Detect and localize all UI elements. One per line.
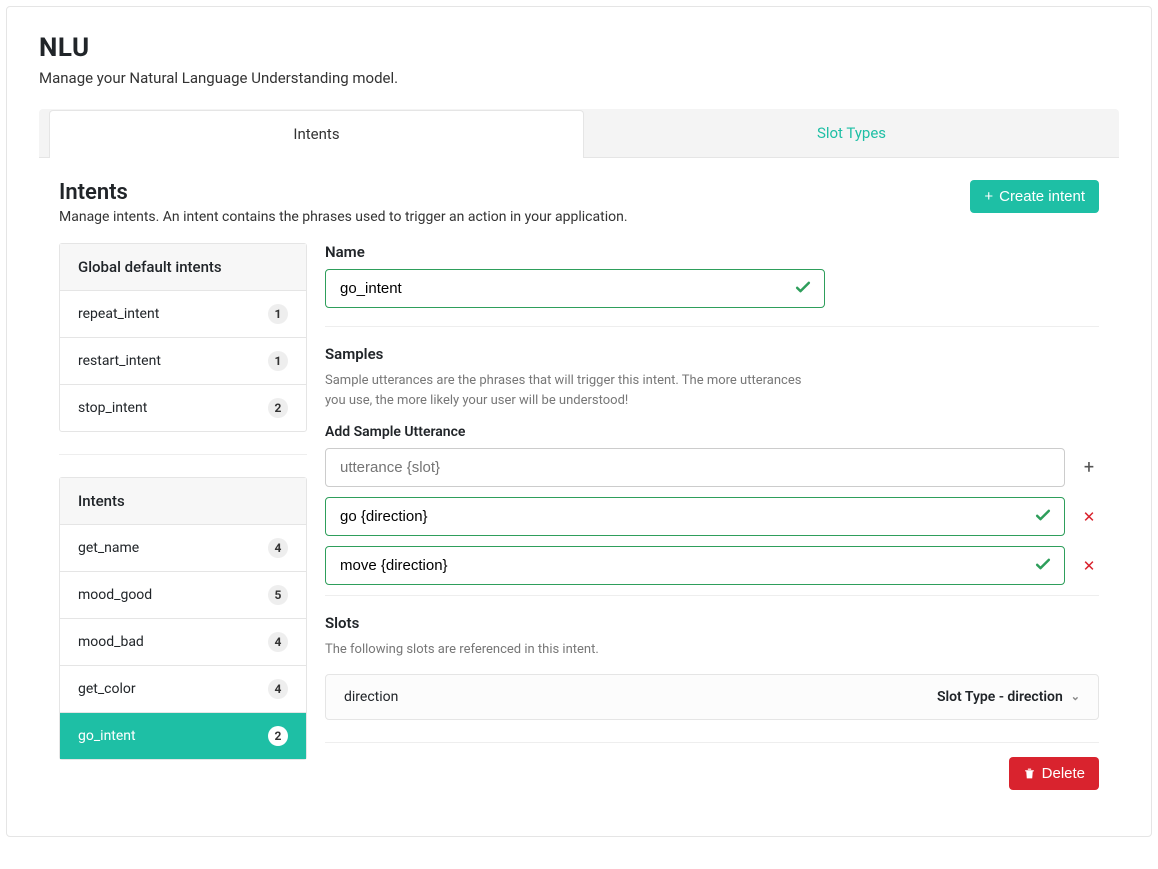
- intent-item[interactable]: go_intent 2: [60, 713, 306, 759]
- name-input[interactable]: [325, 269, 825, 308]
- name-label: Name: [325, 243, 1099, 261]
- intent-detail: Name Samples Sample utterances are the p…: [325, 243, 1099, 790]
- intent-item[interactable]: mood_good 5: [60, 572, 306, 619]
- check-icon: [793, 277, 813, 301]
- slot-row: direction Slot Type - direction ⌄: [325, 674, 1099, 720]
- add-utterance-input[interactable]: [325, 448, 1065, 487]
- samples-block: Add Sample Utterance +: [325, 424, 1099, 585]
- nlu-page: NLU Manage your Natural Language Underst…: [6, 6, 1152, 837]
- intent-name: get_color: [78, 681, 136, 697]
- slot-type-select[interactable]: Slot Type - direction ⌄: [937, 689, 1080, 705]
- section-divider: [325, 595, 1099, 596]
- section-divider: [325, 326, 1099, 327]
- count-badge: 1: [268, 351, 288, 371]
- chevron-down-icon: ⌄: [1071, 690, 1080, 703]
- check-icon: [1033, 554, 1053, 578]
- count-badge: 4: [268, 632, 288, 652]
- slot-name: direction: [344, 689, 398, 705]
- plus-icon: +: [1084, 457, 1094, 478]
- page-subtitle: Manage your Natural Language Understandi…: [39, 69, 1119, 87]
- intent-name: mood_good: [78, 587, 152, 603]
- intents-heading: Intents: [59, 180, 628, 205]
- global-intent-item[interactable]: stop_intent 2: [60, 385, 306, 431]
- intent-name: mood_bad: [78, 634, 144, 650]
- intent-item[interactable]: get_name 4: [60, 525, 306, 572]
- close-icon: ✕: [1083, 557, 1096, 575]
- trash-icon: [1023, 766, 1036, 780]
- count-badge: 2: [268, 398, 288, 418]
- utterance-input[interactable]: [325, 497, 1065, 536]
- create-intent-label: Create intent: [999, 188, 1085, 205]
- check-icon: [1033, 505, 1053, 529]
- slot-type-label: Slot Type - direction: [937, 689, 1063, 705]
- count-badge: 4: [268, 538, 288, 558]
- delete-label: Delete: [1042, 765, 1085, 782]
- utterance-row: ✕: [325, 546, 1099, 585]
- intents-header: Intents: [60, 478, 306, 525]
- tab-slot-types[interactable]: Slot Types: [584, 109, 1119, 157]
- count-badge: 2: [268, 726, 288, 746]
- slots-block: Slots The following slots are referenced…: [325, 614, 1099, 720]
- intent-name: get_name: [78, 540, 139, 556]
- samples-heading: Samples: [325, 345, 1099, 363]
- add-utterance-button[interactable]: +: [1079, 457, 1099, 478]
- utterance-input[interactable]: [325, 546, 1065, 585]
- remove-utterance-button[interactable]: ✕: [1079, 508, 1099, 526]
- global-intent-item[interactable]: restart_intent 1: [60, 338, 306, 385]
- remove-utterance-button[interactable]: ✕: [1079, 557, 1099, 575]
- page-title: NLU: [39, 33, 1119, 63]
- global-intent-name: stop_intent: [78, 400, 147, 416]
- add-sample-label: Add Sample Utterance: [325, 424, 1099, 440]
- intent-name: go_intent: [78, 728, 136, 744]
- intent-item[interactable]: mood_bad 4: [60, 619, 306, 666]
- layout: Global default intents repeat_intent 1 r…: [59, 243, 1099, 790]
- plus-icon: +: [984, 188, 993, 205]
- sidebar: Global default intents repeat_intent 1 r…: [59, 243, 307, 790]
- utterance-row: ✕: [325, 497, 1099, 536]
- delete-intent-button[interactable]: Delete: [1009, 757, 1099, 790]
- slots-helper: The following slots are referenced in th…: [325, 640, 825, 660]
- tab-bar: Intents Slot Types: [39, 109, 1119, 158]
- global-intents-card: Global default intents repeat_intent 1 r…: [59, 243, 307, 432]
- global-intent-item[interactable]: repeat_intent 1: [60, 291, 306, 338]
- sidebar-separator: [59, 454, 307, 455]
- create-intent-button[interactable]: + Create intent: [970, 180, 1099, 213]
- global-intents-header: Global default intents: [60, 244, 306, 291]
- global-intent-name: repeat_intent: [78, 306, 159, 322]
- global-intent-name: restart_intent: [78, 353, 161, 369]
- count-badge: 4: [268, 679, 288, 699]
- intents-panel: Intents Manage intents. An intent contai…: [39, 158, 1119, 800]
- count-badge: 1: [268, 304, 288, 324]
- panel-header: Intents Manage intents. An intent contai…: [59, 180, 1099, 225]
- name-field-wrap: [325, 269, 825, 308]
- intent-item[interactable]: get_color 4: [60, 666, 306, 713]
- slots-heading: Slots: [325, 614, 1099, 632]
- close-icon: ✕: [1083, 508, 1096, 526]
- count-badge: 5: [268, 585, 288, 605]
- footer-actions: Delete: [325, 742, 1099, 790]
- add-utterance-row: +: [325, 448, 1099, 487]
- samples-helper: Sample utterances are the phrases that w…: [325, 371, 825, 410]
- tab-intents[interactable]: Intents: [49, 110, 584, 158]
- intents-card: Intents get_name 4 mood_good 5 mood_bad …: [59, 477, 307, 760]
- intents-description: Manage intents. An intent contains the p…: [59, 209, 628, 225]
